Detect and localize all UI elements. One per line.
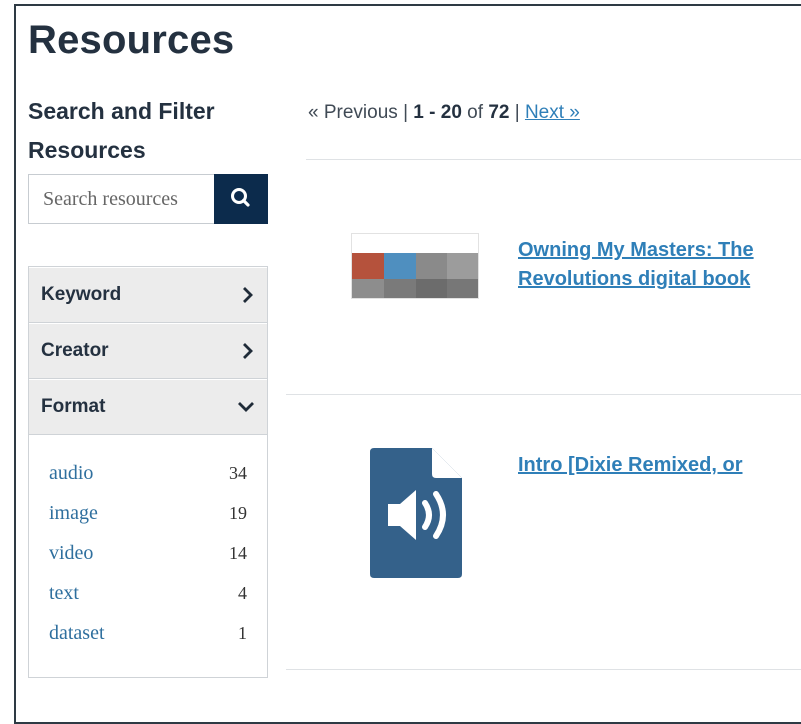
book-cover-2 [384, 234, 416, 298]
format-item-image: image 19 [49, 493, 247, 533]
facet-panel: Keyword Creator Format audio 34 image 19… [28, 266, 268, 678]
pagination: « Previous | 1 - 20 of 72 | Next » [308, 102, 580, 124]
sidebar-heading-line2: Resources [28, 137, 146, 163]
chevron-right-icon [243, 287, 253, 303]
book-cover-1 [352, 234, 384, 298]
sidebar-heading: Search and Filter Resources [28, 92, 258, 170]
range-of: of [467, 102, 484, 123]
format-count-video: 14 [229, 542, 247, 563]
page-frame: Resources Search and Filter Resources Ke… [14, 4, 801, 724]
previous-link: « Previous [308, 102, 398, 123]
book-cover-thumbnail[interactable] [352, 234, 478, 298]
facet-creator-label: Creator [41, 340, 109, 361]
format-link-video[interactable]: video [49, 542, 93, 565]
range-dash: - [429, 102, 436, 123]
format-list: audio 34 image 19 video 14 text 4 datase… [29, 435, 267, 677]
format-link-dataset[interactable]: dataset [49, 622, 105, 645]
book-cover-4 [447, 234, 478, 298]
search-icon [231, 188, 250, 207]
format-count-dataset: 1 [238, 622, 247, 643]
format-count-image: 19 [229, 502, 247, 523]
facet-keyword-label: Keyword [41, 284, 122, 305]
pager-separator: | [514, 102, 520, 123]
book-cover-3 [416, 234, 447, 298]
result-title-1-line1: Owning My Masters: The [518, 239, 754, 261]
format-item-audio: audio 34 [49, 453, 247, 493]
format-link-image[interactable]: image [49, 502, 98, 525]
result-title-1-line2: Revolutions digital book [518, 268, 751, 290]
format-count-text: 4 [238, 582, 247, 603]
divider [286, 669, 801, 670]
range-end: 20 [440, 102, 462, 123]
format-link-audio[interactable]: audio [49, 462, 93, 485]
pager-separator: | [403, 102, 408, 123]
chevron-down-icon [238, 402, 254, 412]
sidebar-heading-line1: Search and Filter [28, 98, 215, 124]
search-button[interactable] [214, 174, 268, 224]
range-start: 1 [413, 102, 424, 123]
facet-format[interactable]: Format [29, 379, 267, 435]
search-input[interactable] [28, 174, 214, 224]
chevron-right-icon [243, 343, 253, 359]
format-count-audio: 34 [229, 462, 247, 483]
search-form [28, 174, 268, 224]
facet-creator[interactable]: Creator [29, 323, 267, 379]
result-title-2[interactable]: Intro [Dixie Remixed, or [518, 451, 743, 480]
format-item-video: video 14 [49, 533, 247, 573]
format-item-text: text 4 [49, 573, 247, 613]
facet-format-label: Format [41, 396, 106, 417]
page-title: Resources [28, 18, 235, 62]
divider [286, 394, 801, 395]
total-count: 72 [488, 102, 510, 123]
facet-keyword[interactable]: Keyword [29, 267, 267, 323]
format-link-text[interactable]: text [49, 582, 79, 605]
result-title-2-line1: Intro [Dixie Remixed, or [518, 454, 743, 476]
next-link[interactable]: Next » [525, 102, 580, 123]
format-item-dataset: dataset 1 [49, 613, 247, 653]
result-title-1[interactable]: Owning My Masters: The Revolutions digit… [518, 236, 754, 294]
audio-file-icon[interactable] [370, 448, 462, 578]
divider [306, 159, 801, 160]
